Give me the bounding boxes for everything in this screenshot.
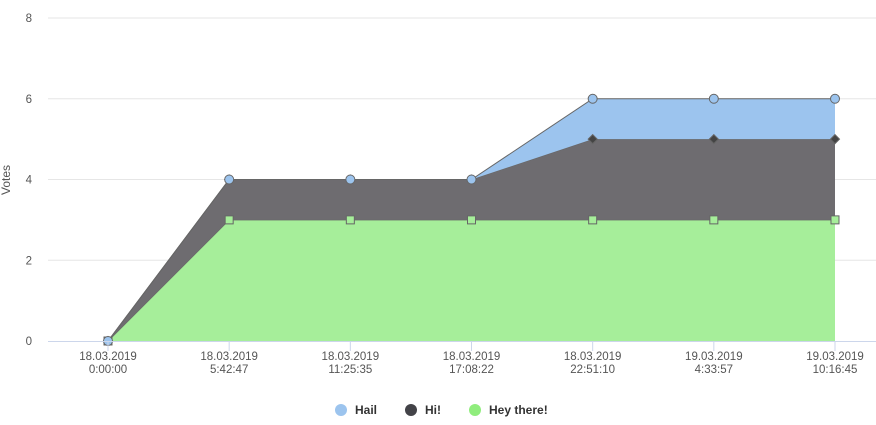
legend-label: Hi! [425,403,441,417]
legend-item-hey-there-[interactable]: Hey there! [469,403,548,417]
y-axis: 0 2 4 6 8 [26,13,33,348]
x-tick-time: 10:16:45 [813,364,858,376]
data-point[interactable] [345,174,356,185]
x-tick-label: 19.03.2019 4:33:57 [685,351,743,376]
x-tick-time: 0:00:00 [89,364,127,376]
x-tick-time: 4:33:57 [695,364,733,376]
x-tick-date: 19.03.2019 [685,351,743,363]
legend-swatch [335,404,347,416]
legend-swatch [405,404,417,416]
data-point[interactable] [830,215,840,225]
y-tick-label: 8 [26,13,32,25]
stacked-area-chart: 18.03.2019 0:00:0018.03.2019 5:42:4718.03.… [0,13,876,417]
x-tick-date: 19.03.2019 [806,351,864,363]
y-tick-label: 0 [26,336,32,348]
legend-label: Hey there! [489,403,548,417]
data-point[interactable] [709,215,719,225]
y-axis-title: Votes [0,165,13,195]
x-tick-label: 18.03.2019 22:51:10 [564,351,622,376]
x-tick-date: 18.03.2019 [564,351,622,363]
legend[interactable]: Hail Hi! Hey there! [335,403,548,417]
x-tick-date: 18.03.2019 [322,351,380,363]
x-tick-time: 11:25:35 [328,364,372,376]
x-tick-time: 5:42:47 [210,364,248,376]
data-point[interactable] [345,215,355,225]
x-tick-label: 18.03.2019 5:42:47 [200,351,258,376]
x-tick-date: 18.03.2019 [443,351,501,363]
data-point[interactable] [224,174,235,185]
y-tick-label: 4 [26,175,33,187]
legend-item-hi-[interactable]: Hi! [405,403,441,417]
data-point[interactable] [467,215,476,225]
area-hey-there- [108,219,835,341]
legend-item-hail[interactable]: Hail [335,403,377,417]
x-tick-time: 22:51:10 [570,364,615,376]
data-point[interactable] [466,174,477,185]
x-tick-label: 19.03.2019 10:16:45 [806,351,864,376]
y-tick-label: 6 [26,94,32,106]
data-point[interactable] [830,93,840,104]
legend-swatch [469,404,481,416]
x-tick-time: 17:08:22 [449,364,494,376]
data-point[interactable] [224,215,234,225]
data-point[interactable] [588,215,598,225]
x-tick-date: 18.03.2019 [200,351,258,363]
x-tick-label: 18.03.2019 11:25:35 [322,351,380,376]
x-axis: 18.03.2019 0:00:0018.03.2019 5:42:4718.03.… [48,341,876,376]
x-tick-label: 18.03.2019 0:00:00 [79,351,137,376]
legend-label: Hail [355,403,377,417]
y-tick-label: 2 [26,255,32,267]
data-point[interactable] [587,93,598,104]
x-tick-label: 18.03.2019 17:08:22 [443,351,501,376]
data-point[interactable] [708,93,719,104]
x-tick-date: 18.03.2019 [79,351,137,363]
